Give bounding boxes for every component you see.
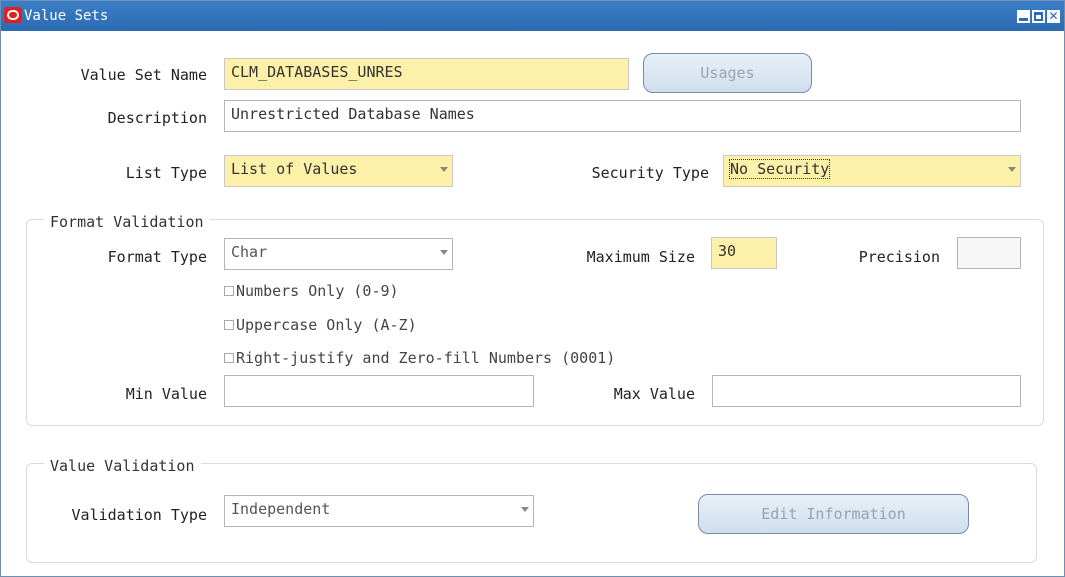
window-title: Value Sets — [24, 8, 109, 24]
close-icon[interactable]: ✕ — [1047, 10, 1060, 23]
numbers-only-checkbox[interactable]: Numbers Only (0-9) — [224, 282, 399, 300]
security-type-select[interactable]: No Security — [723, 155, 1021, 187]
maximize-icon[interactable] — [1032, 10, 1045, 23]
value-sets-window: Value Sets ✕ Value Set Name CLM_DATABASE… — [0, 0, 1065, 577]
window-controls: ✕ — [1017, 10, 1060, 23]
format-type-select[interactable]: Char — [224, 238, 453, 270]
edit-information-button[interactable]: Edit Information — [698, 494, 969, 534]
list-type-select[interactable]: List of Values — [224, 155, 453, 187]
maximum-size-field[interactable]: 30 — [711, 237, 777, 269]
description-label: Description — [107, 109, 207, 127]
list-type-label: List Type — [125, 164, 207, 182]
security-type-label: Security Type — [591, 164, 709, 182]
minimize-icon[interactable] — [1017, 10, 1030, 23]
right-justify-checkbox[interactable]: Right-justify and Zero-fill Numbers (000… — [224, 349, 615, 367]
format-validation-title: Format Validation — [44, 213, 210, 231]
chevron-down-icon[interactable] — [440, 250, 448, 255]
value-validation-title: Value Validation — [44, 457, 201, 475]
min-value-field[interactable] — [224, 375, 534, 407]
description-field[interactable]: Unrestricted Database Names — [224, 100, 1021, 132]
usages-button[interactable]: Usages — [643, 53, 812, 93]
validation-type-label: Validation Type — [71, 506, 207, 524]
chevron-down-icon[interactable] — [521, 507, 529, 512]
chevron-down-icon[interactable] — [1008, 167, 1016, 172]
max-value-label: Max Value — [613, 385, 695, 403]
title-bar[interactable]: Value Sets ✕ — [1, 1, 1064, 31]
precision-field[interactable] — [957, 237, 1021, 269]
chevron-down-icon[interactable] — [440, 167, 448, 172]
value-set-name-label: Value Set Name — [80, 66, 207, 84]
format-type-label: Format Type — [107, 248, 207, 266]
min-value-label: Min Value — [125, 385, 207, 403]
checkbox-icon[interactable] — [224, 353, 234, 363]
max-value-field[interactable] — [712, 375, 1021, 407]
maximum-size-label: Maximum Size — [586, 248, 695, 266]
uppercase-only-checkbox[interactable]: Uppercase Only (A-Z) — [224, 316, 417, 334]
oracle-logo-icon — [4, 7, 22, 23]
value-set-name-field[interactable]: CLM_DATABASES_UNRES — [224, 58, 629, 90]
checkbox-icon[interactable] — [224, 320, 234, 330]
precision-label: Precision — [858, 248, 940, 266]
checkbox-icon[interactable] — [224, 286, 234, 296]
validation-type-select[interactable]: Independent — [224, 495, 534, 527]
